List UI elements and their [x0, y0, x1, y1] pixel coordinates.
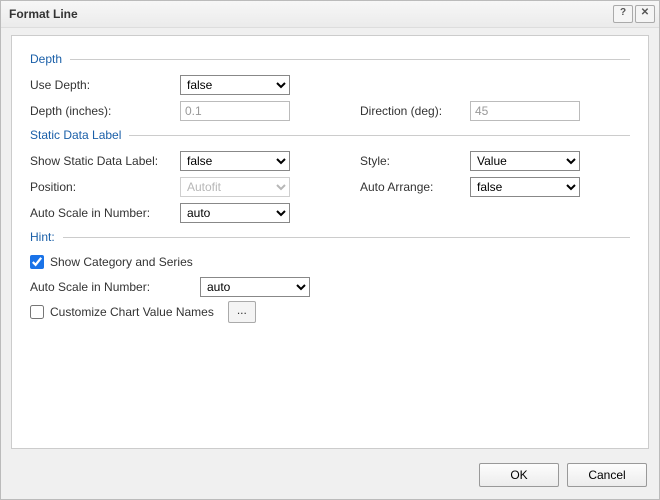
- position-label: Position:: [30, 180, 180, 194]
- dialog-title: Format Line: [9, 7, 78, 21]
- depth-inches-input[interactable]: [180, 101, 290, 121]
- section-header-hint: Hint:: [30, 230, 630, 244]
- position-select[interactable]: Autofit: [180, 177, 290, 197]
- section-header-static: Static Data Label: [30, 128, 630, 142]
- show-static-select[interactable]: false: [180, 151, 290, 171]
- static-auto-scale-label: Auto Scale in Number:: [30, 206, 180, 220]
- dialog-window: Format Line ? ✕ Depth Use Depth: false D…: [0, 0, 660, 500]
- divider: [63, 237, 630, 238]
- show-category-series-checkbox[interactable]: [30, 255, 44, 269]
- section-title-static: Static Data Label: [30, 128, 121, 142]
- use-depth-label: Use Depth:: [30, 78, 180, 92]
- cancel-button[interactable]: Cancel: [567, 463, 647, 487]
- customize-names-checkbox[interactable]: [30, 305, 44, 319]
- section-header-depth: Depth: [30, 52, 630, 66]
- close-button[interactable]: ✕: [635, 5, 655, 23]
- hint-auto-scale-label: Auto Scale in Number:: [30, 280, 200, 294]
- show-static-label: Show Static Data Label:: [30, 154, 180, 168]
- style-label: Style:: [360, 154, 470, 168]
- depth-inches-label: Depth (inches):: [30, 104, 180, 118]
- section-title-depth: Depth: [30, 52, 62, 66]
- dialog-content: Depth Use Depth: false Depth (inches): D…: [11, 35, 649, 449]
- direction-input[interactable]: [470, 101, 580, 121]
- direction-label: Direction (deg):: [360, 104, 470, 118]
- show-category-series-label: Show Category and Series: [50, 255, 193, 269]
- divider: [129, 135, 630, 136]
- style-select[interactable]: Value: [470, 151, 580, 171]
- section-title-hint: Hint:: [30, 230, 55, 244]
- dialog-buttons: OK Cancel: [479, 463, 647, 487]
- static-auto-scale-select[interactable]: auto: [180, 203, 290, 223]
- divider: [70, 59, 630, 60]
- hint-auto-scale-select[interactable]: auto: [200, 277, 310, 297]
- customize-names-label: Customize Chart Value Names: [50, 305, 214, 319]
- use-depth-select[interactable]: false: [180, 75, 290, 95]
- titlebar: Format Line ? ✕: [1, 1, 659, 28]
- auto-arrange-select[interactable]: false: [470, 177, 580, 197]
- customize-names-button[interactable]: ...: [228, 301, 256, 323]
- auto-arrange-label: Auto Arrange:: [360, 180, 470, 194]
- ok-button[interactable]: OK: [479, 463, 559, 487]
- help-button[interactable]: ?: [613, 5, 633, 23]
